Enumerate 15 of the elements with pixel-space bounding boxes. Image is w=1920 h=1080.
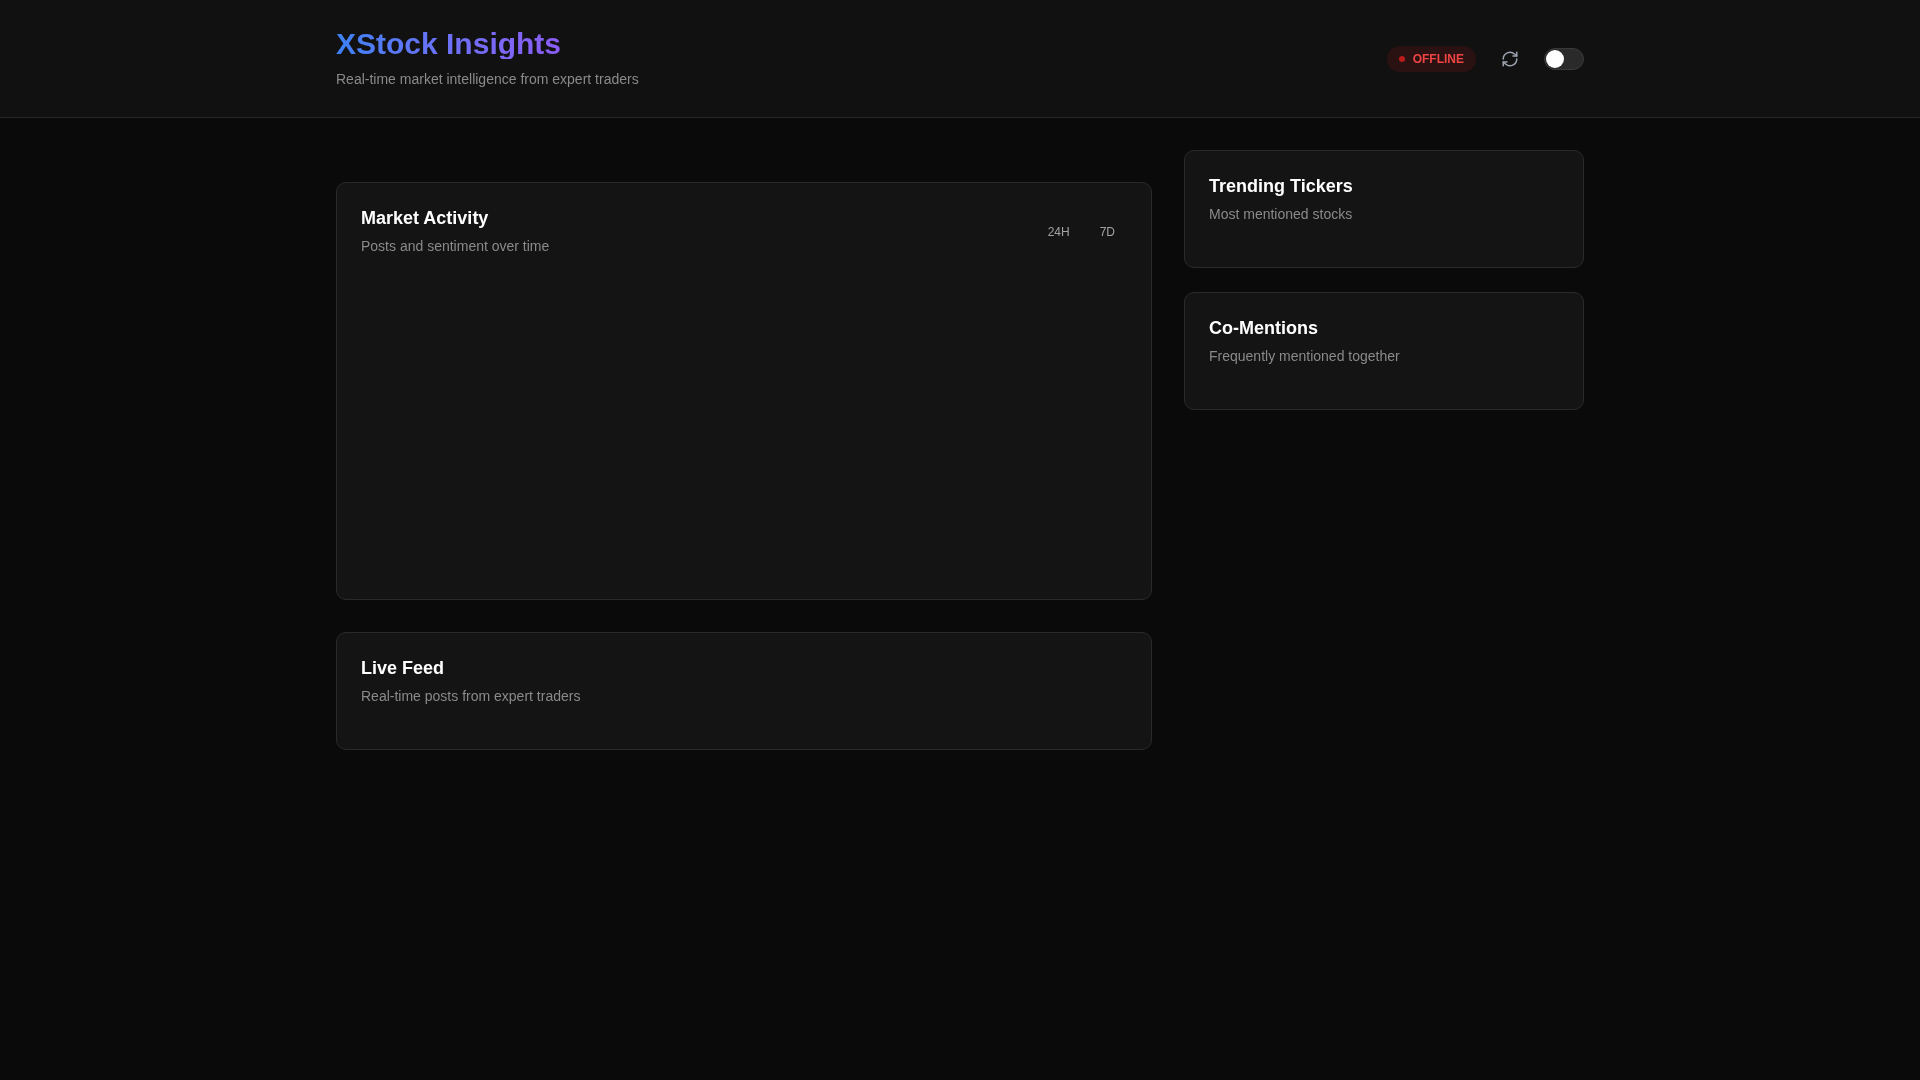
card-title: Trending Tickers bbox=[1209, 175, 1354, 198]
status-label: OFFLINE bbox=[1412, 50, 1464, 68]
card-title: Co-Mentions bbox=[1209, 317, 1319, 340]
range-tab[interactable]: 24H bbox=[1035, 219, 1082, 245]
card-title: Live Feed bbox=[361, 657, 446, 680]
theme-toggle[interactable] bbox=[1544, 47, 1584, 70]
card-subtitle: Frequently mentioned together bbox=[1209, 346, 1401, 366]
card-subtitle: Real-time posts from expert traders bbox=[361, 686, 582, 706]
card-subtitle: Most mentioned stocks bbox=[1209, 204, 1354, 224]
refresh-icon bbox=[1501, 49, 1519, 68]
card-title: Market Activity bbox=[361, 207, 490, 230]
app-subtitle: Real-time market intelligence from expert traders bbox=[336, 70, 639, 89]
app-title: XStock Insights bbox=[336, 29, 562, 59]
range-tab[interactable]: 7D bbox=[1087, 219, 1127, 245]
card-subtitle: Posts and sentiment over time bbox=[361, 236, 550, 256]
